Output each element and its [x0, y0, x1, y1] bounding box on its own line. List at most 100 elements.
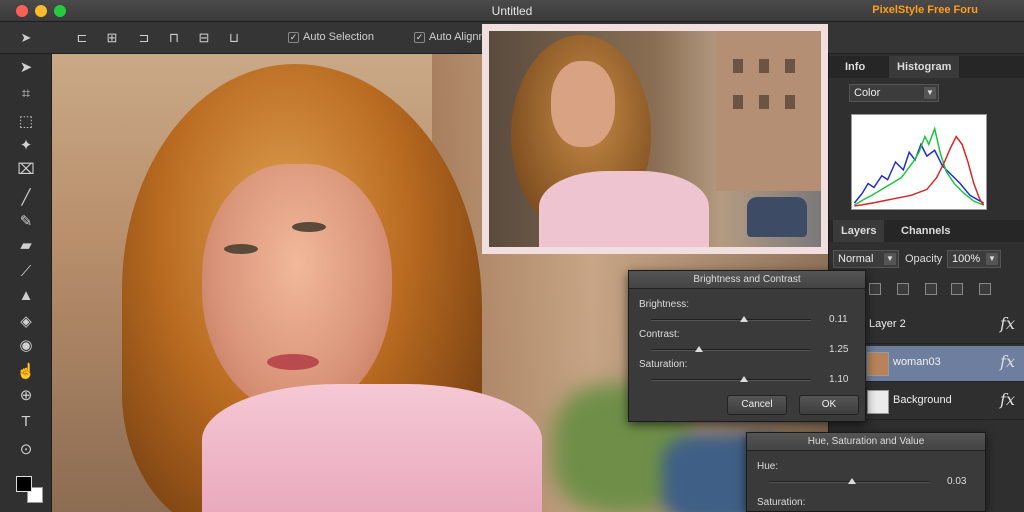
chevron-down-icon: ▼ [924, 87, 936, 99]
preview-window [759, 59, 769, 73]
preview-window [733, 95, 743, 109]
auto-align-label: Auto Alignm [429, 31, 488, 43]
move-tool-icon[interactable]: ➤ [14, 58, 38, 78]
tools-panel: ➤ ⌗ ⬚ ✦ ⌧ ╱ ✎ ▰ ⟋ ▲ ◈ ◉ ☝ ⊕ T ⊙ [0, 54, 52, 512]
subject-face [202, 164, 392, 414]
window-title: Untitled [491, 4, 533, 18]
align-left-icon[interactable]: ⊏ [74, 30, 90, 46]
pencil-icon[interactable]: ✎ [14, 212, 38, 232]
align-right-icon[interactable]: ⊐ [136, 30, 152, 46]
dialog-title: Hue, Saturation and Value [747, 433, 985, 451]
subject-shirt [202, 384, 542, 512]
ok-button[interactable]: OK [799, 395, 859, 415]
saturation-slider[interactable] [651, 376, 811, 382]
text-icon[interactable]: T [14, 412, 38, 432]
tab-info[interactable]: Info [837, 56, 873, 78]
brightness-value: 0.11 [829, 314, 848, 325]
layer-effects-icon[interactable]: fx [1000, 314, 1015, 333]
opacity-label: Opacity [905, 253, 943, 265]
align-top-icon[interactable]: ⊓ [166, 30, 182, 46]
slider-knob[interactable] [739, 316, 748, 322]
hue-label: Hue: [757, 461, 779, 472]
brightness-slider[interactable] [651, 316, 811, 322]
brightness-label: Brightness: [639, 299, 690, 310]
lock-pixels-icon[interactable] [869, 283, 881, 295]
align-bottom-icon[interactable]: ⊔ [226, 30, 242, 46]
auto-align-checkbox[interactable]: ✓ Auto Alignm [414, 31, 488, 43]
title-bar: Untitled PixelStyle Free Foru [0, 0, 1024, 22]
layer-effects-icon[interactable]: fx [1000, 390, 1015, 409]
subject-right-eye [292, 222, 326, 232]
align-center-h-icon[interactable]: ⊞ [104, 30, 120, 46]
info-tabs: Info Histogram [829, 56, 1024, 78]
checkmark-icon: ✓ [414, 31, 425, 43]
layers-tabs: Layers Channels [829, 220, 1024, 242]
lock-all-icon[interactable] [925, 283, 937, 295]
cancel-button[interactable]: Cancel [727, 395, 787, 415]
layer-name: woman03 [893, 356, 941, 368]
crop-icon[interactable]: ⌧ [14, 160, 38, 180]
tab-histogram[interactable]: Histogram [889, 56, 960, 78]
smudge-icon[interactable]: ☝ [14, 362, 38, 382]
subject-lips [267, 354, 319, 370]
eyedropper-icon[interactable]: ⟋ [14, 262, 38, 282]
chevron-down-icon: ▼ [986, 253, 998, 265]
dialog-title: Brightness and Contrast [629, 271, 865, 289]
magic-wand-icon[interactable]: ✦ [14, 136, 38, 156]
transform-tool-icon[interactable]: ⌗ [14, 84, 38, 104]
preview-car [747, 197, 807, 237]
preview-window [785, 95, 795, 109]
slider-knob[interactable] [695, 346, 703, 352]
eraser-icon[interactable]: ▰ [14, 236, 38, 256]
preview-thumbnail [482, 24, 828, 254]
paint-bucket-icon[interactable]: ◈ [14, 312, 38, 332]
tab-layers[interactable]: Layers [833, 220, 885, 242]
lock-position-icon[interactable] [897, 283, 909, 295]
hue-slider[interactable] [769, 478, 929, 484]
histogram-channel-value: Color [854, 87, 881, 99]
histogram-channel-select[interactable]: Color ▼ [849, 84, 939, 102]
preview-building [716, 31, 821, 191]
brush-icon[interactable]: ╱ [14, 188, 38, 208]
checkmark-icon: ✓ [288, 31, 299, 43]
preview-window [759, 95, 769, 109]
contrast-value: 1.25 [829, 344, 849, 355]
hue-saturation-dialog: Hue, Saturation and Value Hue: 0.03 Satu… [746, 432, 986, 512]
blend-mode-select[interactable]: Normal ▼ [833, 250, 899, 268]
slider-knob[interactable] [739, 376, 748, 382]
layer-thumbnail [867, 390, 889, 414]
marquee-tool-icon[interactable]: ⬚ [14, 112, 38, 132]
saturation-label: Saturation: [757, 497, 806, 508]
chevron-down-icon: ▼ [884, 253, 896, 265]
histogram-red-channel [854, 135, 985, 207]
preview-window [733, 59, 743, 73]
opacity-select[interactable]: 100% ▼ [947, 250, 1001, 268]
auto-selection-checkbox[interactable]: ✓ Auto Selection [288, 31, 374, 43]
preview-image [489, 31, 821, 247]
histogram-chart [851, 114, 987, 210]
foreground-color-swatch[interactable] [16, 476, 32, 492]
zoom-icon[interactable]: ⊕ [14, 386, 38, 406]
hand-icon[interactable]: ⊙ [14, 440, 38, 460]
preview-face [551, 61, 615, 147]
preview-window [785, 59, 795, 73]
layer-effects-icon[interactable]: fx [1000, 352, 1015, 371]
layer-name: Background [893, 394, 952, 406]
layer-style-icon[interactable] [979, 283, 991, 295]
contrast-label: Contrast: [639, 329, 680, 340]
saturation-value: 1.10 [829, 374, 849, 385]
layer-thumbnail [867, 352, 889, 376]
slider-knob[interactable] [848, 478, 857, 484]
red-eye-icon[interactable]: ◉ [14, 336, 38, 356]
layer-name: Layer 2 [869, 318, 906, 330]
tab-channels[interactable]: Channels [893, 220, 959, 242]
stamp-icon[interactable]: ▲ [14, 286, 38, 306]
histogram-green-channel [853, 126, 984, 206]
move-tool-option-icon[interactable]: ➤ [18, 30, 34, 46]
contrast-slider[interactable] [651, 346, 811, 352]
auto-selection-label: Auto Selection [303, 31, 374, 43]
brightness-contrast-dialog: Brightness and Contrast Brightness: 0.11… [628, 270, 866, 422]
brand-label: PixelStyle Free Foru [872, 4, 978, 16]
align-middle-v-icon[interactable]: ⊟ [196, 30, 212, 46]
layer-mask-icon[interactable] [951, 283, 963, 295]
